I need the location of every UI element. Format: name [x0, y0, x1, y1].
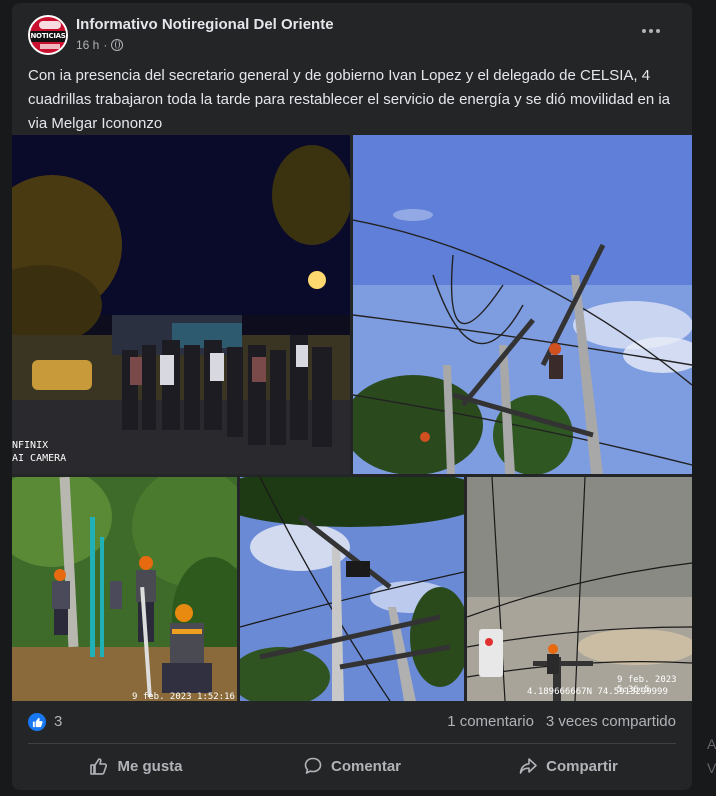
share-button-label: Compartir [546, 757, 618, 775]
post-time[interactable]: 16 h [76, 38, 99, 52]
post-meta: 16 h · [76, 38, 124, 52]
edge-text: V [707, 760, 716, 776]
photo-watermark: 4.189666667N 74.5913299999 [527, 687, 668, 697]
post-text: Con ia presencia del secretario general … [28, 67, 671, 132]
avatar-decoration [40, 44, 60, 49]
photo-workers-forest[interactable]: 9 feb. 2023 1:52:16 p.m. [12, 477, 237, 701]
photo-pole-sky[interactable] [240, 477, 464, 701]
avatar-logo-text: NOTICIAS [30, 31, 66, 42]
dot-icon [642, 29, 646, 33]
photo-grid: NFINIX AI CAMERA 9 feb. 2023 1:52:16 9 f… [12, 135, 692, 701]
edge-text: A [707, 736, 716, 752]
avatar-decoration [39, 21, 61, 29]
comment-count-link[interactable]: 1 comentario [447, 713, 534, 730]
share-count-link[interactable]: 3 veces compartido [546, 713, 676, 730]
photo-watermark: 9 feb. 2023 1:52:16 p.m. [132, 692, 235, 701]
reactions-bar: 3 1 comentario 3 veces compartido [28, 711, 676, 733]
post-header: NOTICIAS Informativo Notiregional Del Or… [28, 15, 676, 59]
comment-button-label: Comentar [330, 757, 401, 775]
photo-watermark: NFINIX [12, 440, 49, 451]
engagement-stats: 1 comentario 3 veces compartido [447, 713, 676, 730]
reaction-count[interactable]: 3 [54, 713, 62, 730]
photo-watermark: AI CAMERA [12, 453, 67, 464]
action-bar: Me gusta Comentar Compartir [28, 748, 676, 784]
like-button-label: Me gusta [117, 757, 183, 775]
meta-separator: · [103, 38, 108, 52]
globe-icon [111, 39, 124, 51]
photo-night-crowd[interactable]: NFINIX AI CAMERA [12, 135, 350, 474]
share-icon [519, 758, 537, 774]
more-options-button[interactable] [636, 21, 666, 41]
share-button[interactable]: Compartir [460, 748, 676, 784]
page-name-link[interactable]: Informativo Notiregional Del Oriente [76, 16, 334, 33]
comment-button[interactable]: Comentar [244, 748, 460, 784]
thumbs-up-icon [90, 758, 108, 775]
photo-lineman-cloudy[interactable]: 9 feb. 2023 5:36:5 4.189666667N 74.59132… [467, 477, 692, 701]
like-reaction-icon[interactable] [28, 713, 46, 731]
dot-icon [656, 29, 660, 33]
post-card: NOTICIAS Informativo Notiregional Del Or… [12, 3, 692, 790]
comment-icon [304, 757, 322, 774]
dot-icon [649, 29, 653, 33]
divider [28, 743, 676, 744]
photo-lineman-sky[interactable] [353, 135, 692, 474]
page-avatar[interactable]: NOTICIAS [28, 15, 68, 55]
like-button[interactable]: Me gusta [28, 748, 244, 784]
